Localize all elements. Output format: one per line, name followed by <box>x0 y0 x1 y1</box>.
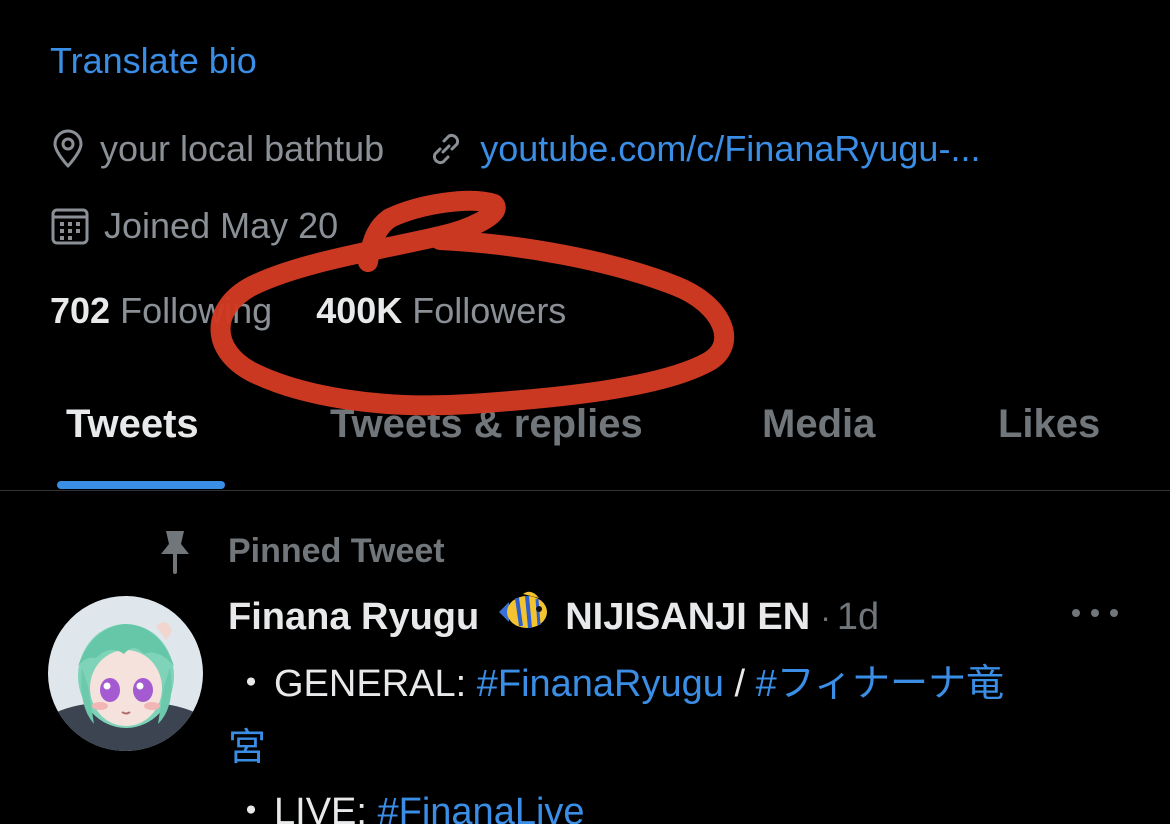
tweet-text: ・ GENERAL: #FinanaRyugu / #フィナーナ竜 宮 ・ LIVE… <box>228 652 1128 824</box>
more-dot <box>1072 609 1080 617</box>
follow-stats: 702 Following 400K Followers <box>50 290 566 332</box>
translate-bio-link[interactable]: Translate bio <box>50 40 257 82</box>
profile-tabs: Tweets Tweets & replies Media Likes <box>0 380 1170 491</box>
link-icon <box>426 129 466 169</box>
pushpin-icon <box>150 528 200 574</box>
tweet-line-general: ・ GENERAL: #FinanaRyugu / #フィナーナ竜 <box>228 652 1128 716</box>
hashtag-finanaryugu[interactable]: #FinanaRyugu <box>477 663 724 705</box>
avatar[interactable] <box>48 596 203 751</box>
tab-tweets-replies[interactable]: Tweets & replies <box>330 402 643 447</box>
live-prefix: LIVE: <box>274 791 378 824</box>
tab-tweets[interactable]: Tweets <box>66 402 199 447</box>
author-affiliation[interactable]: NIJISANJI EN <box>565 596 810 639</box>
tropical-fish-emoji <box>495 590 551 644</box>
hashtag-japanese[interactable]: #フィナーナ竜 <box>756 663 1004 705</box>
hashtag-separator: / <box>723 663 756 705</box>
location-text: your local bathtub <box>100 128 385 169</box>
pinned-indicator: Pinned Tweet <box>150 528 445 574</box>
hashtag-finanalive[interactable]: #FinanaLive <box>378 791 585 824</box>
tweet-timestamp[interactable]: 1d <box>837 596 879 639</box>
active-tab-indicator <box>57 481 225 489</box>
joined-text: Joined May 20 <box>104 205 339 246</box>
tab-media[interactable]: Media <box>762 402 875 447</box>
bullet: ・ <box>231 791 270 824</box>
tweet-line-live: ・ LIVE: #FinanaLive <box>228 780 1128 824</box>
tweet-header: Finana Ryugu NIJISANJI EN · 1d <box>228 590 879 644</box>
more-dot <box>1110 609 1118 617</box>
hashtag-japanese-continued[interactable]: 宮 <box>228 727 266 769</box>
following-label: Following <box>120 290 273 331</box>
profile-screen: Translate bio your local bathtub youtube… <box>0 0 1170 824</box>
more-dot <box>1091 609 1099 617</box>
author-name[interactable]: Finana Ryugu <box>228 596 479 639</box>
profile-meta-row: your local bathtub youtube.com/c/FinanaR… <box>50 128 980 170</box>
website-item[interactable]: youtube.com/c/FinanaRyugu-... <box>426 128 980 170</box>
general-prefix: GENERAL: <box>274 663 477 705</box>
header-separator: · <box>820 598 831 635</box>
following-count: 702 <box>50 290 111 331</box>
tweet-line-wrap: 宮 <box>228 716 1128 780</box>
following-stat[interactable]: 702 Following <box>50 290 272 331</box>
bullet: ・ <box>231 663 270 705</box>
more-dots-icon[interactable] <box>1072 598 1118 628</box>
followers-count: 400K <box>316 290 403 331</box>
followers-stat[interactable]: 400K Followers <box>316 290 566 331</box>
tab-likes[interactable]: Likes <box>998 402 1100 447</box>
calendar-icon <box>50 206 90 246</box>
location-item: your local bathtub <box>50 128 384 170</box>
followers-label: Followers <box>412 290 567 331</box>
pinned-label: Pinned Tweet <box>228 531 445 570</box>
joined-row: Joined May 20 <box>50 205 338 247</box>
joined-item: Joined May 20 <box>50 205 338 247</box>
map-pin-icon <box>50 129 86 169</box>
website-link[interactable]: youtube.com/c/FinanaRyugu-... <box>480 128 980 170</box>
